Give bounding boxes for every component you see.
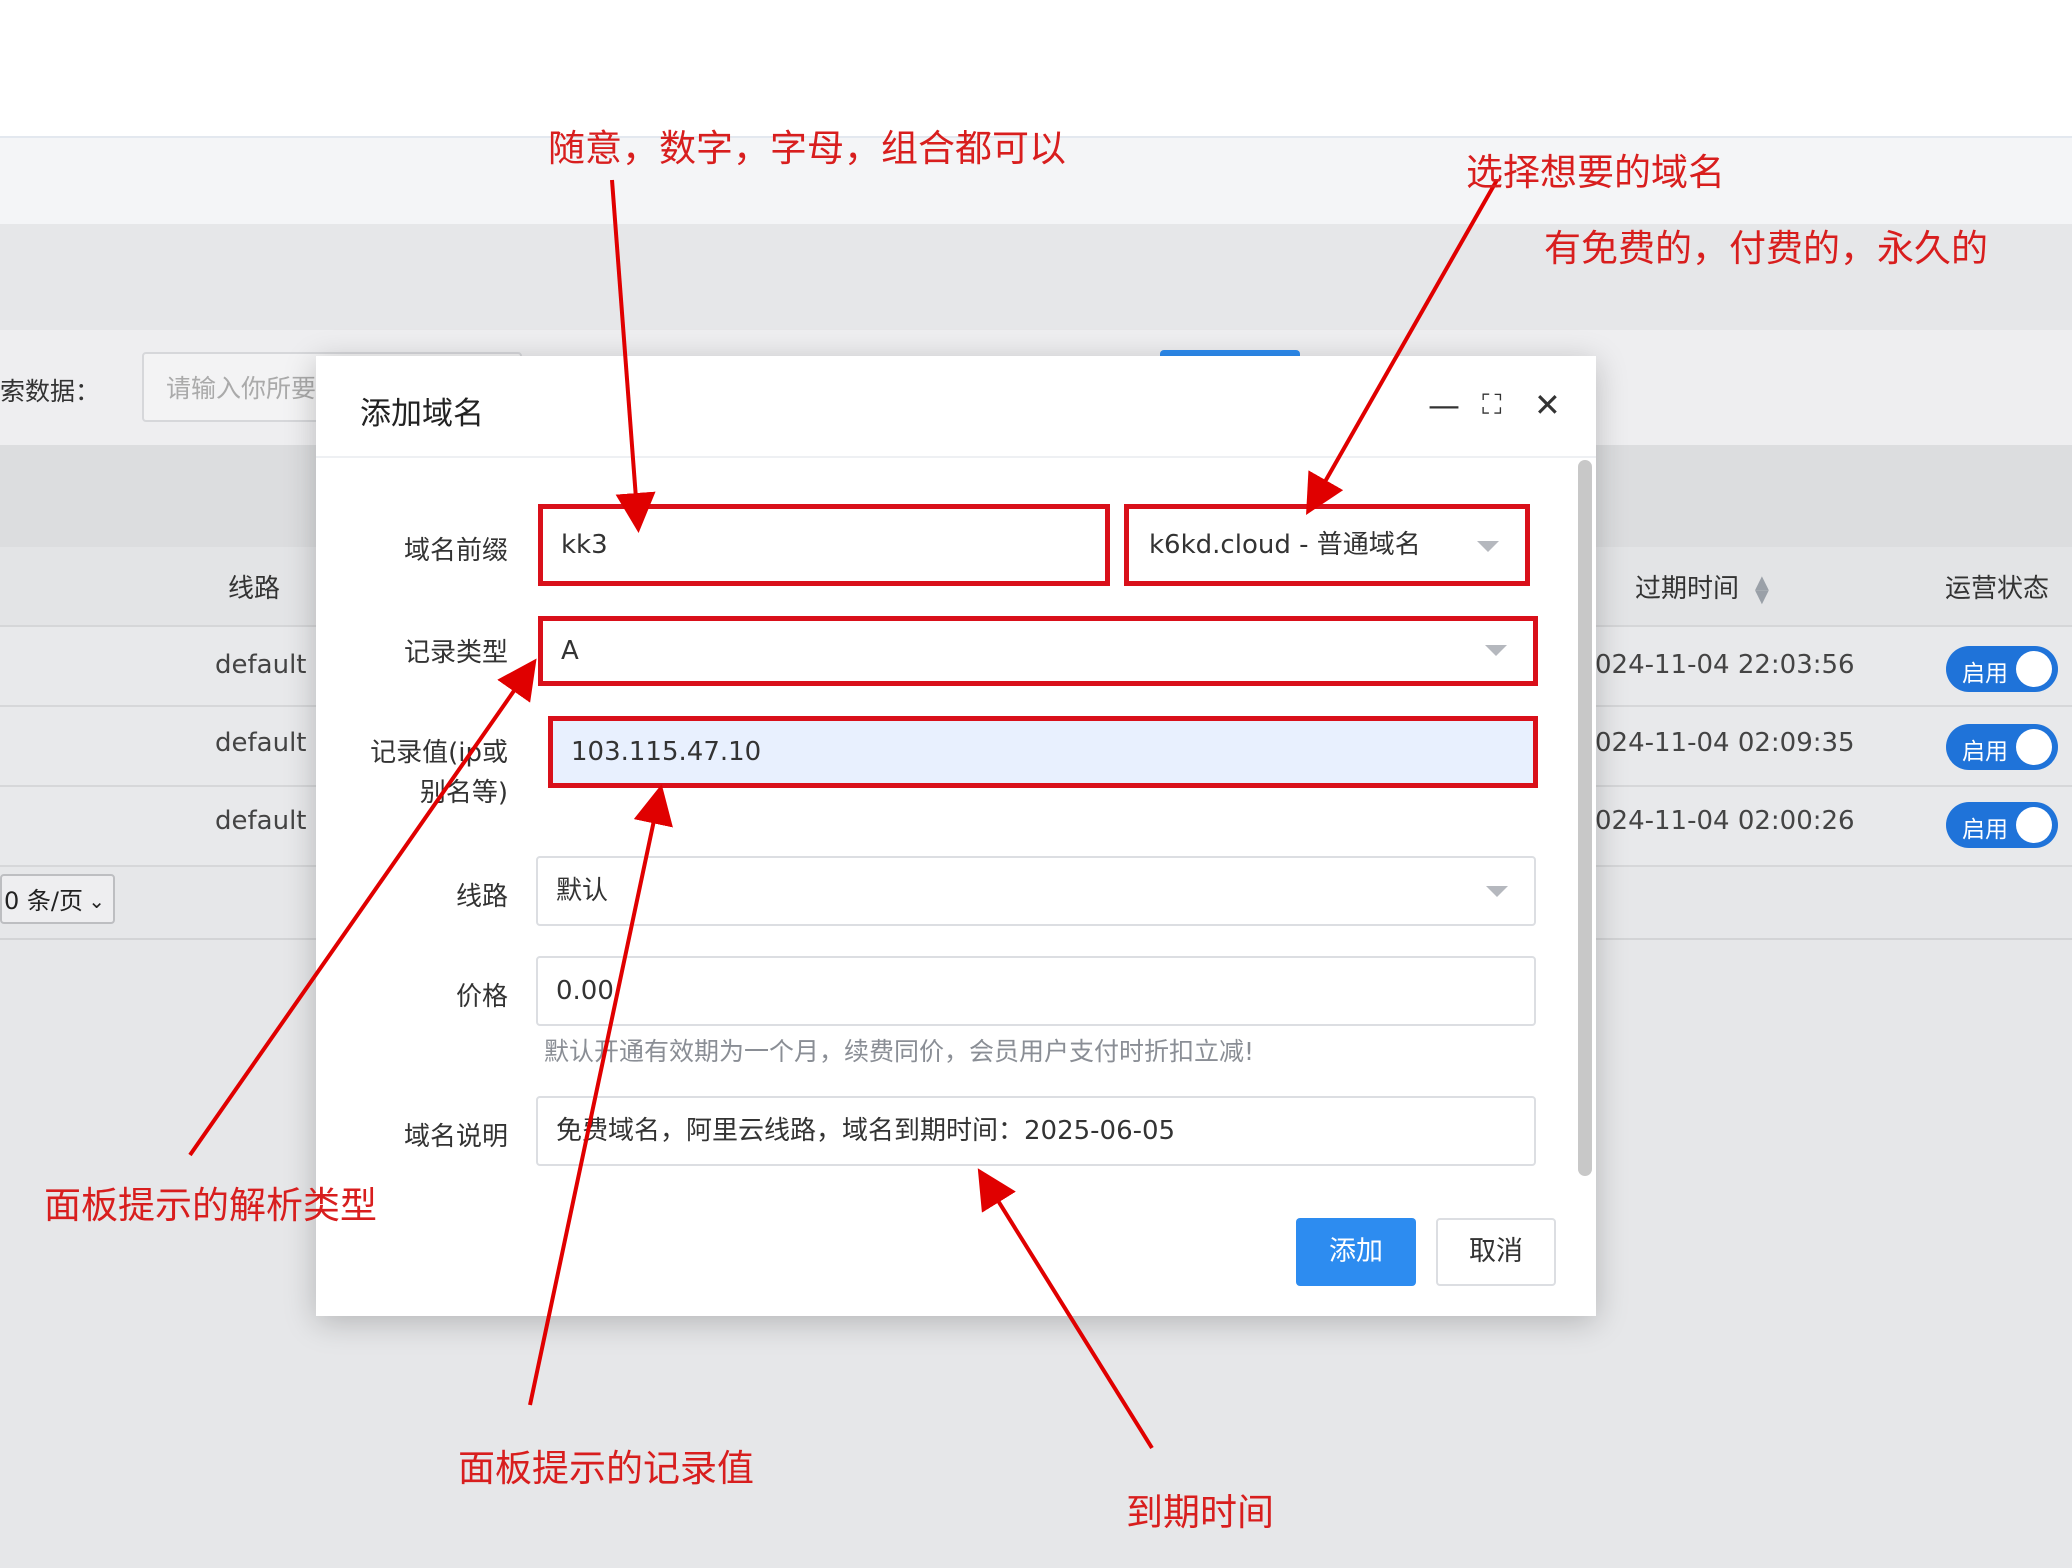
annotation-domain-types: 有免费的，付费的，永久的 [1544, 227, 1988, 270]
annotation-domain: 选择想要的域名 [1466, 151, 1725, 194]
annotation-record-type: 面板提示的解析类型 [44, 1184, 377, 1227]
arrow-to-prefix [610, 179, 656, 533]
annotation-expire: 到期时间 [1126, 1491, 1274, 1534]
arrow-to-description [977, 1168, 1154, 1450]
arrow-to-record-value [528, 784, 673, 1406]
annotation-prefix: 随意，数字，字母，组合都可以 [548, 127, 1066, 170]
arrow-to-record-type [188, 658, 537, 1157]
arrow-to-domain-select [1306, 179, 1499, 515]
annotation-record-value: 面板提示的记录值 [458, 1447, 754, 1490]
